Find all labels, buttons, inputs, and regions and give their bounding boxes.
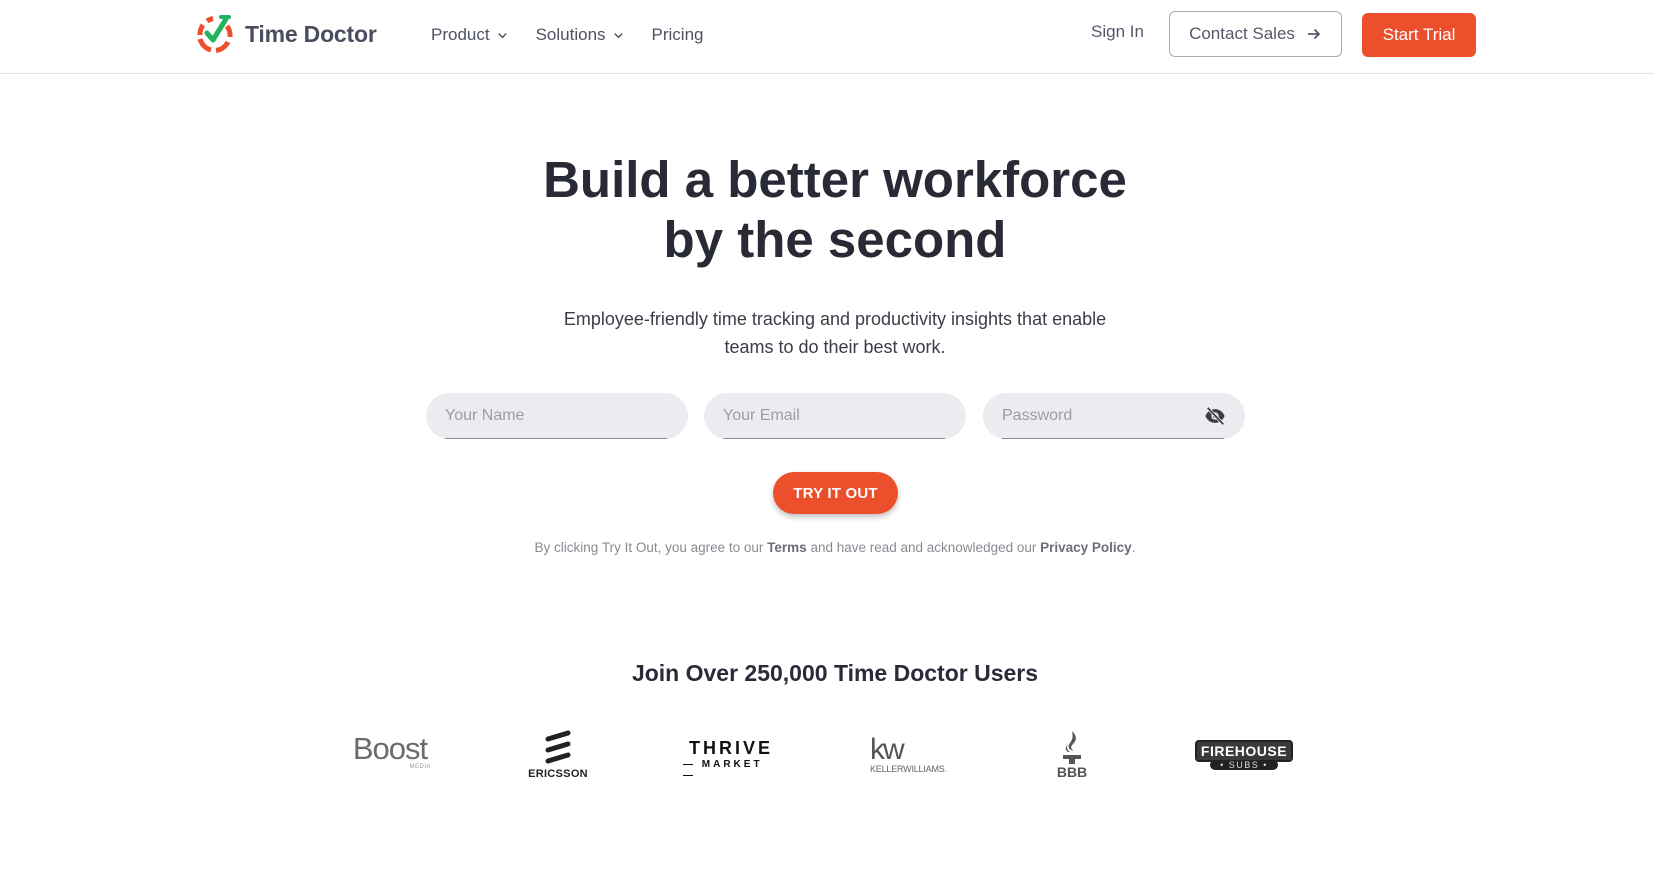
headline-line-1: Build a better workforce — [543, 151, 1127, 208]
page-headline: Build a better workforce by the second — [0, 150, 1654, 270]
firehouse-subs-logo: FIREHOUSE • SUBS • — [1188, 740, 1300, 770]
nav-solutions-label: Solutions — [535, 25, 606, 44]
nav-solutions[interactable]: Solutions — [536, 25, 624, 45]
hero-subheading: Employee-friendly time tracking and prod… — [0, 305, 1654, 361]
try-it-out-button[interactable]: TRY IT OUT — [773, 472, 898, 514]
site-header: Time Doctor Product Solutions Pricing Si… — [0, 0, 1654, 74]
brand-name: Time Doctor — [245, 20, 377, 47]
bbb-torch-icon — [1063, 731, 1081, 764]
chevron-down-icon — [613, 32, 623, 38]
legal-middle: and have read and acknowledged our — [806, 540, 1041, 555]
contact-sales-label: Contact Sales — [1189, 24, 1295, 43]
nav-pricing-label: Pricing — [651, 25, 704, 44]
chevron-down-icon — [497, 32, 507, 38]
legal-prefix: By clicking Try It Out, you agree to our — [534, 540, 768, 555]
terms-link[interactable]: Terms — [767, 540, 807, 555]
thrive-market-logo: THRIVE — MARKET — — [683, 738, 779, 781]
nav-product[interactable]: Product — [431, 25, 508, 45]
main-nav: Product Solutions Pricing — [431, 0, 732, 70]
firehouse-logo-sub: • SUBS • — [1210, 760, 1278, 770]
boost-logo-sub: MEDIA — [409, 764, 431, 770]
thrive-logo-sub: — MARKET — — [683, 759, 763, 781]
time-doctor-logo-icon — [197, 15, 233, 53]
social-proof-heading: Join Over 250,000 Time Doctor Users — [631, 660, 1039, 686]
name-field-wrapper — [426, 393, 688, 439]
kw-logo-sub: KELLERWILLIAMS. — [870, 764, 947, 774]
name-input[interactable] — [445, 393, 667, 439]
email-field-wrapper — [704, 393, 966, 439]
boost-logo-text: Boost — [352, 731, 428, 766]
ericsson-mark-icon — [545, 730, 571, 764]
bbb-logo-text: BBB — [1056, 764, 1088, 780]
headline-line-2: by the second — [663, 211, 1007, 268]
privacy-policy-link[interactable]: Privacy Policy — [1040, 540, 1132, 555]
firehouse-logo-text: FIREHOUSE — [1194, 740, 1294, 762]
legal-suffix: . — [1131, 540, 1136, 555]
ericsson-logo: ERICSSON — [528, 730, 588, 780]
thrive-logo-text: THRIVE — [688, 738, 773, 758]
ericsson-logo-text: ERICSSON — [528, 768, 588, 780]
email-input[interactable] — [723, 393, 945, 439]
boost-media-logo: Boost MEDIA — [345, 731, 435, 770]
password-input[interactable] — [1002, 393, 1224, 439]
sign-in-link[interactable]: Sign In — [1091, 22, 1144, 42]
nav-product-label: Product — [431, 25, 490, 44]
start-trial-button[interactable]: Start Trial — [1362, 13, 1476, 57]
arrow-right-icon — [1307, 28, 1321, 40]
subhead-line-2: teams to do their best work. — [724, 337, 946, 357]
contact-sales-button[interactable]: Contact Sales — [1169, 11, 1342, 57]
password-field-wrapper — [983, 393, 1245, 439]
nav-pricing[interactable]: Pricing — [652, 25, 704, 45]
signup-form — [426, 393, 1246, 441]
bbb-logo: BBB — [1052, 730, 1092, 780]
keller-williams-logo: kw KELLERWILLIAMS. — [870, 733, 960, 775]
eye-off-icon[interactable] — [1204, 405, 1226, 427]
subhead-line-1: Employee-friendly time tracking and prod… — [563, 309, 1107, 329]
customer-logos: Boost MEDIA ERICSSON THRIVE — MARKET — k… — [0, 720, 1654, 790]
kw-logo-text: kw — [870, 733, 905, 766]
legal-notice: By clicking Try It Out, you agree to our… — [0, 540, 1654, 555]
brand-logo[interactable]: Time Doctor — [194, 12, 377, 56]
